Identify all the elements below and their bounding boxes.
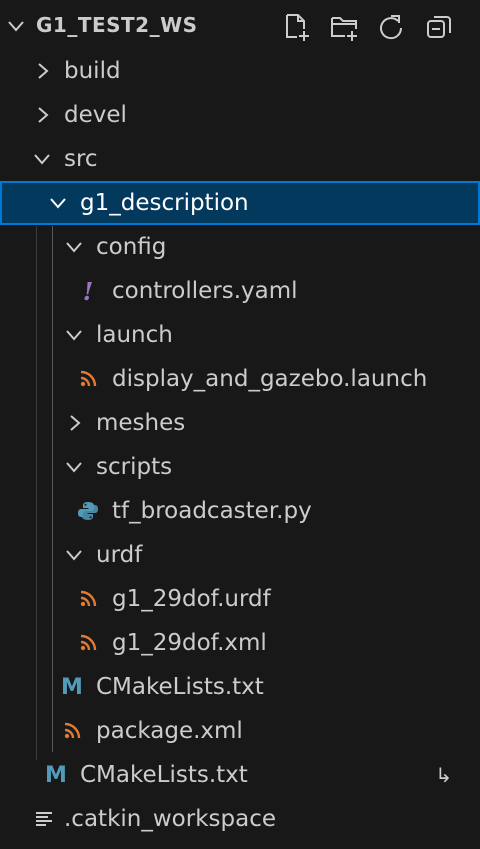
symlink-icon: ↳ (435, 763, 452, 787)
chevron-down-icon (66, 330, 82, 341)
tree-label: g1_description (80, 190, 249, 216)
text-file-icon (32, 807, 56, 831)
tree-label: .catkin_workspace (64, 806, 276, 832)
tree-label: tf_broadcaster.py (112, 498, 312, 524)
tree-label: urdf (96, 542, 143, 568)
tree-label: meshes (96, 410, 186, 436)
rss-file-icon (76, 367, 100, 391)
tree-label: scripts (96, 454, 173, 480)
refresh-icon[interactable] (376, 12, 406, 42)
tree-label: controllers.yaml (112, 278, 298, 304)
chevron-right-icon (38, 63, 49, 79)
tree-folder-devel[interactable]: devel (0, 93, 480, 137)
tree-label: package.xml (96, 718, 243, 744)
chevron-right-icon (38, 107, 49, 123)
tree-label: display_and_gazebo.launch (112, 366, 428, 392)
tree-folder-src[interactable]: src (0, 137, 480, 181)
tree-file-g1-xml[interactable]: g1_29dof.xml (0, 621, 480, 665)
tree-label: build (64, 58, 121, 84)
new-folder-icon[interactable] (330, 12, 360, 42)
tree-folder-g1-description[interactable]: g1_description (0, 181, 480, 225)
yaml-file-icon: ! (82, 276, 94, 306)
tree-file-src-cmakelists[interactable]: M CMakeLists.txt ↳ (0, 753, 480, 797)
tree-file-tf-broadcaster[interactable]: tf_broadcaster.py (0, 489, 480, 533)
tree-label: src (64, 146, 98, 172)
tree-folder-scripts[interactable]: scripts (0, 445, 480, 489)
rss-file-icon (60, 719, 84, 743)
tree-label: g1_29dof.xml (112, 630, 267, 656)
rss-file-icon (76, 587, 100, 611)
chevron-right-icon (70, 415, 81, 431)
chevron-down-icon (66, 242, 82, 253)
tree-file-catkin-workspace[interactable]: .catkin_workspace (0, 797, 480, 841)
tree-folder-build[interactable]: build (0, 49, 480, 93)
chevron-down-icon (66, 462, 82, 473)
tree-label: devel (64, 102, 127, 128)
tree-file-display-launch[interactable]: display_and_gazebo.launch (0, 357, 480, 401)
tree-label: launch (96, 322, 173, 348)
workspace-title[interactable]: G1_TEST2_WS (36, 13, 198, 37)
cmake-file-icon: M (61, 674, 83, 700)
tree-file-package-xml[interactable]: package.xml (0, 709, 480, 753)
tree-label: config (96, 234, 167, 260)
tree-folder-launch[interactable]: launch (0, 313, 480, 357)
chevron-down-icon (50, 198, 66, 209)
python-file-icon (76, 499, 100, 523)
collapse-all-icon[interactable] (424, 12, 454, 42)
tree-folder-urdf[interactable]: urdf (0, 533, 480, 577)
chevron-down-icon (34, 154, 50, 165)
cmake-file-icon: M (45, 762, 67, 788)
explorer-header: G1_TEST2_WS (0, 0, 480, 52)
tree-label: CMakeLists.txt (80, 762, 248, 788)
tree-label: CMakeLists.txt (96, 674, 264, 700)
tree-folder-config[interactable]: config (0, 225, 480, 269)
chevron-down-icon[interactable] (6, 16, 26, 36)
tree-file-g1-urdf[interactable]: g1_29dof.urdf (0, 577, 480, 621)
tree-folder-meshes[interactable]: meshes (0, 401, 480, 445)
chevron-down-icon (66, 550, 82, 561)
rss-file-icon (76, 631, 100, 655)
tree-label: g1_29dof.urdf (112, 586, 271, 612)
new-file-icon[interactable] (282, 12, 312, 42)
tree-file-pkg-cmakelists[interactable]: M CMakeLists.txt (0, 665, 480, 709)
tree-file-controllers-yaml[interactable]: ! controllers.yaml (0, 269, 480, 313)
